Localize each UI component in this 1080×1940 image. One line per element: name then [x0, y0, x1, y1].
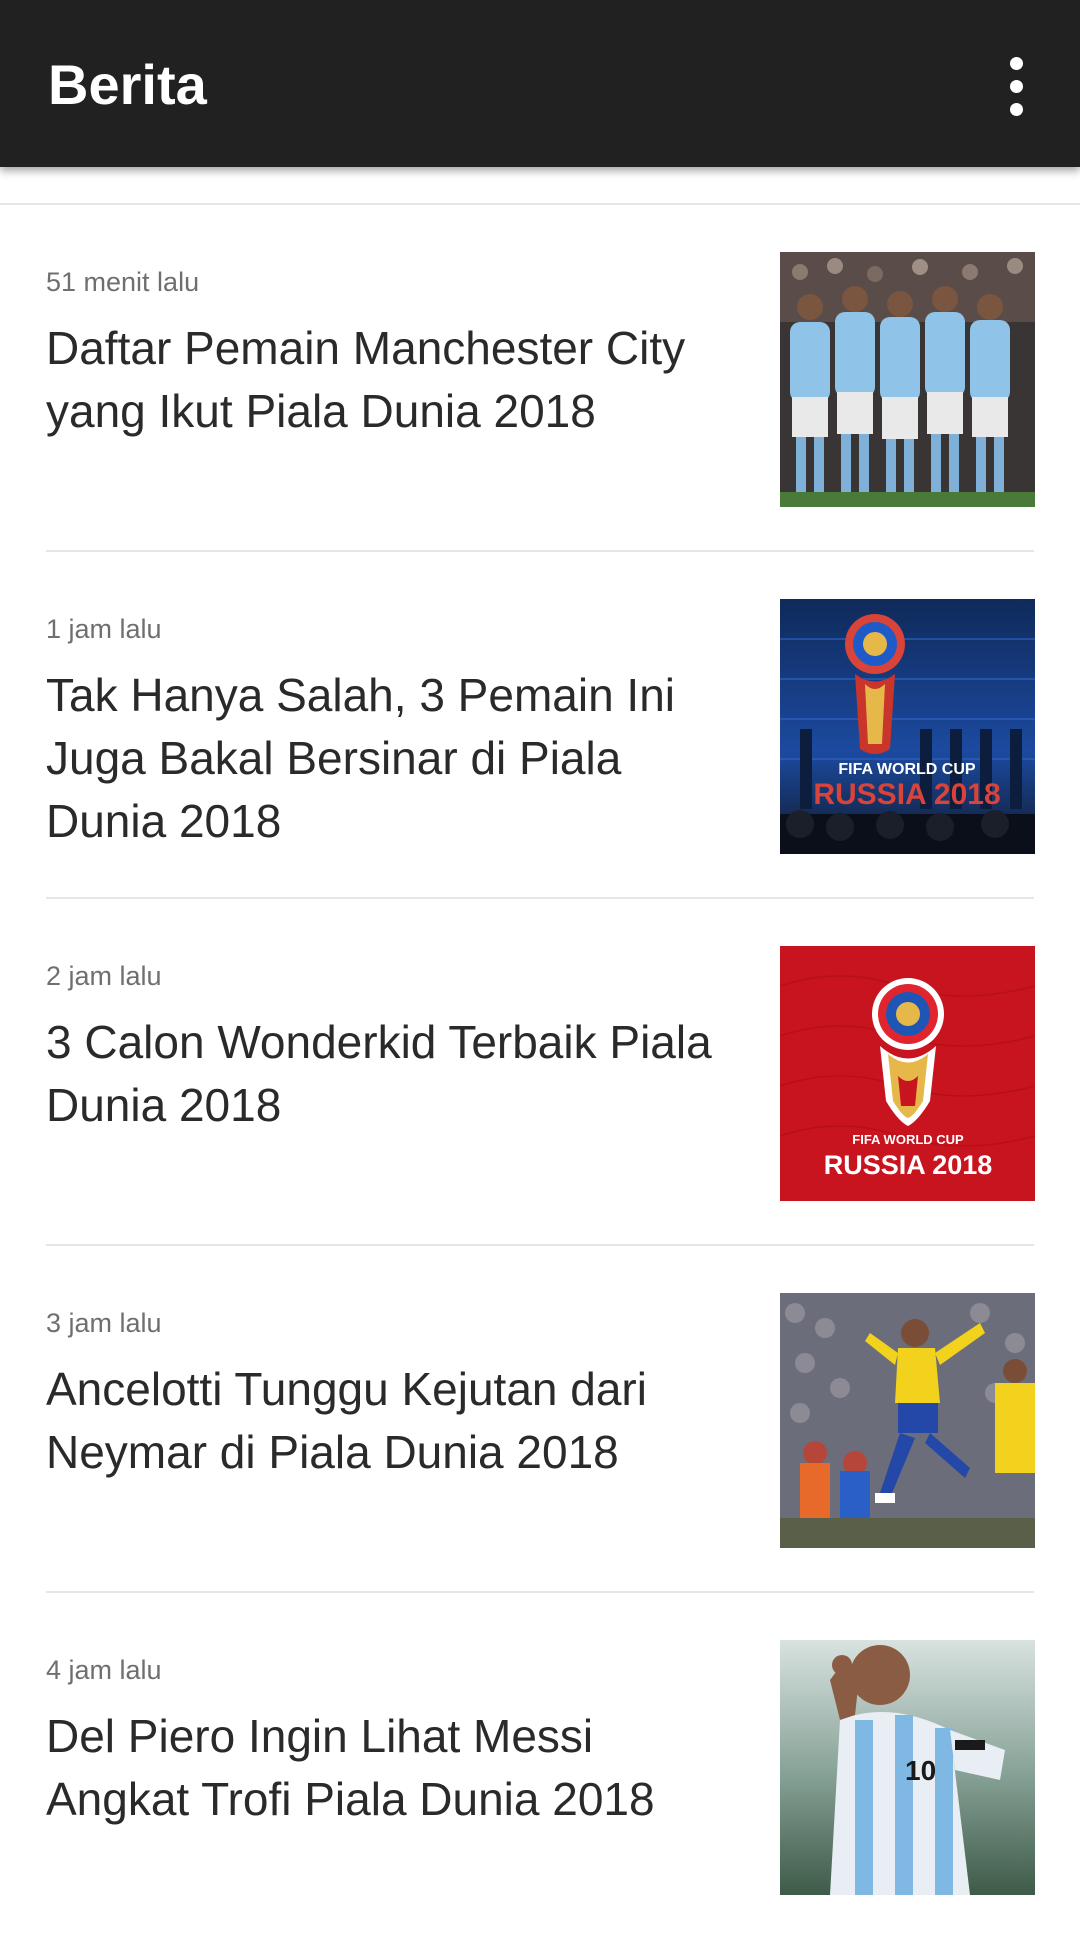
news-list: 51 menit lalu Daftar Pemain Manchester C…	[0, 205, 1080, 1940]
news-item[interactable]: 51 menit lalu Daftar Pemain Manchester C…	[0, 205, 1080, 552]
more-vert-icon-dot	[1009, 79, 1023, 93]
more-vert-icon-dot	[1009, 102, 1023, 116]
news-thumbnail	[780, 1293, 1035, 1548]
thumbnail-caption-2: RUSSIA 2018	[824, 1150, 993, 1180]
jersey-number: 10	[905, 1755, 936, 1786]
news-timestamp: 3 jam lalu	[46, 1308, 162, 1338]
news-thumbnail: FIFA WORLD CUP RUSSIA 2018	[780, 946, 1035, 1201]
news-timestamp: 1 jam lalu	[46, 614, 162, 644]
news-thumbnail	[780, 252, 1035, 507]
news-headline: Tak Hanya Salah, 3 Pemain Ini Juga Bakal…	[46, 669, 676, 847]
world-cup-projection-image: FIFA WORLD CUP RUSSIA 2018	[780, 599, 1035, 854]
news-item[interactable]: 4 jam lalu Del Piero Ingin Lihat Messi A…	[0, 1593, 1080, 1940]
news-headline: Del Piero Ingin Lihat Messi Angkat Trofi…	[46, 1710, 655, 1825]
thumbnail-caption-1: FIFA WORLD CUP	[852, 1132, 964, 1147]
news-timestamp: 4 jam lalu	[46, 1655, 162, 1685]
news-timestamp: 51 menit lalu	[46, 267, 200, 297]
news-item[interactable]: 2 jam lalu 3 Calon Wonderkid Terbaik Pia…	[0, 899, 1080, 1246]
news-timestamp: 2 jam lalu	[46, 961, 162, 991]
news-headline: Daftar Pemain Manchester City yang Ikut …	[46, 322, 686, 437]
world-cup-logo-image: FIFA WORLD CUP RUSSIA 2018	[780, 946, 1035, 1201]
app-bar: Berita	[0, 0, 1080, 167]
player-portrait-image: 10	[780, 1640, 1035, 1895]
thumbnail-caption-1: FIFA WORLD CUP	[838, 761, 976, 778]
news-thumbnail: FIFA WORLD CUP RUSSIA 2018	[780, 599, 1035, 854]
more-options-button[interactable]	[980, 50, 1052, 122]
more-vert-icon	[1009, 56, 1023, 70]
app-title: Berita	[48, 53, 207, 116]
team-photo-image	[780, 252, 1035, 507]
news-item[interactable]: 3 jam lalu Ancelotti Tunggu Kejutan dari…	[0, 1246, 1080, 1593]
news-headline: 3 Calon Wonderkid Terbaik Piala Dunia 20…	[46, 1016, 712, 1131]
player-celebration-image	[780, 1293, 1035, 1548]
thumbnail-caption-2: RUSSIA 2018	[813, 778, 1000, 811]
news-item[interactable]: 1 jam lalu Tak Hanya Salah, 3 Pemain Ini…	[0, 552, 1080, 899]
news-headline: Ancelotti Tunggu Kejutan dari Neymar di …	[46, 1363, 647, 1478]
news-thumbnail: 10	[780, 1640, 1035, 1895]
